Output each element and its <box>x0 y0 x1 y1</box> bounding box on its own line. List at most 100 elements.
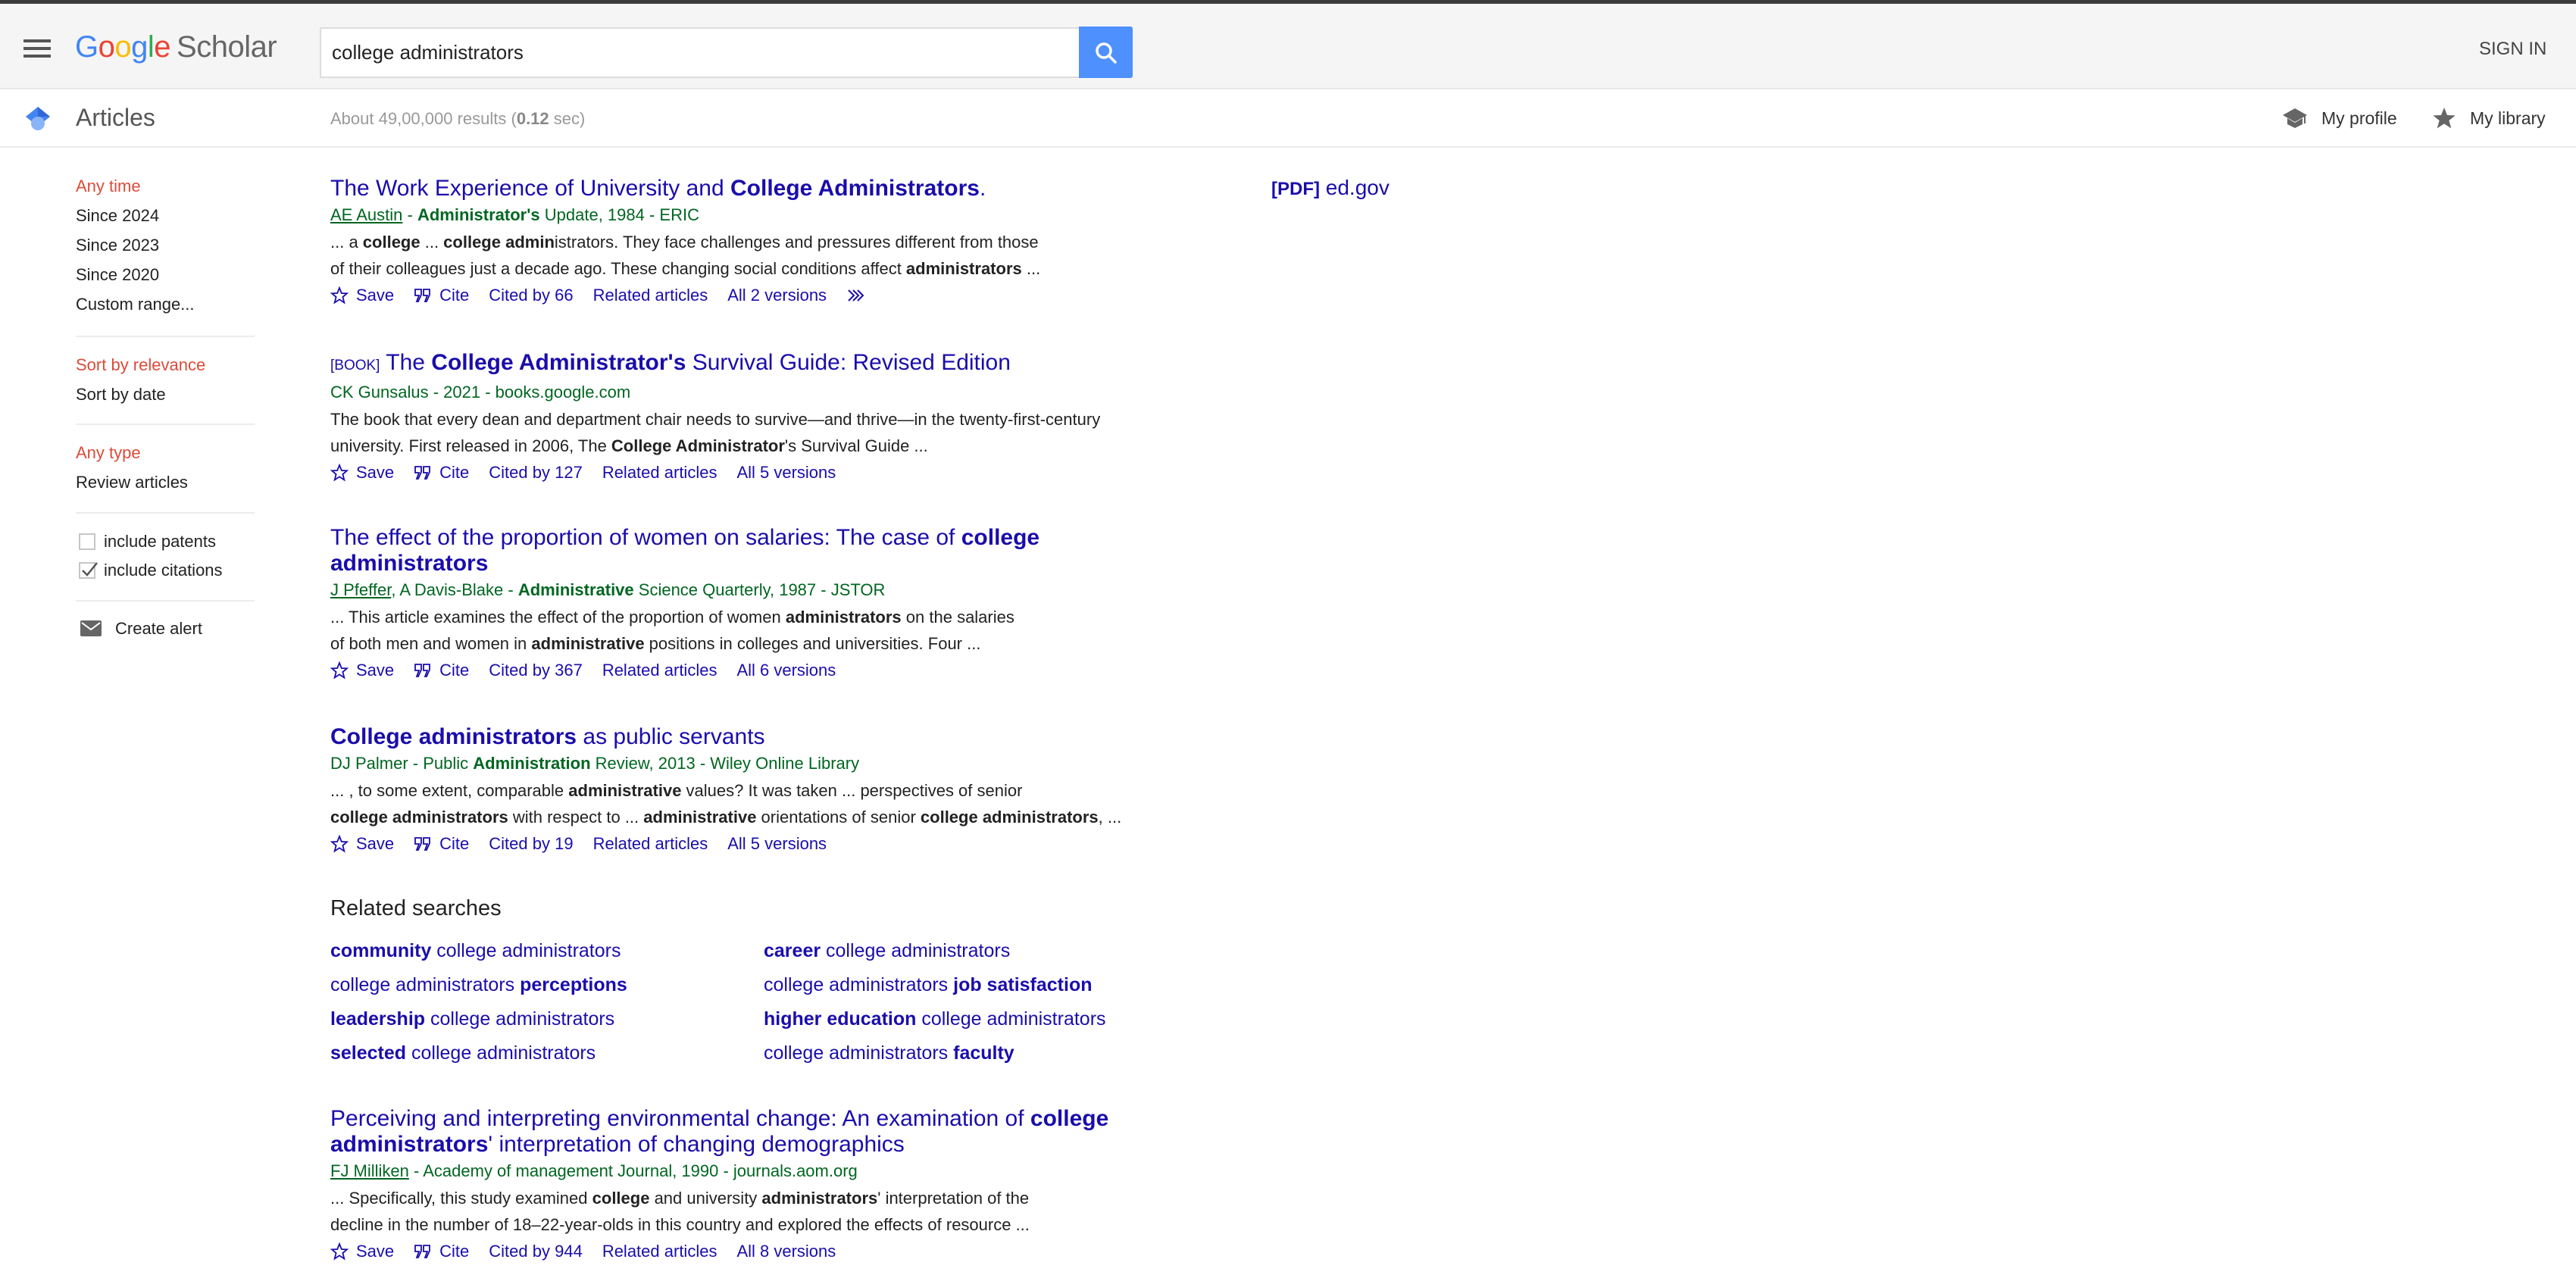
create-alert-link[interactable]: Create alert <box>115 619 202 639</box>
result-actions: Save Cite Cited by 127 Related articles … <box>330 459 1179 486</box>
author-link[interactable]: AE Austin <box>330 205 402 224</box>
search-result: [BOOK] The College Administrator's Survi… <box>330 350 1179 486</box>
author-link[interactable]: J Pfeffer <box>330 580 391 599</box>
quote-icon <box>414 664 431 677</box>
articles-icon <box>26 107 50 130</box>
cite-button[interactable]: Cite <box>414 459 469 486</box>
more-chevrons-icon <box>848 289 864 302</box>
result-snippet: ... This article examines the effect of … <box>330 608 1014 653</box>
all-versions-link[interactable]: All 2 versions <box>727 282 827 309</box>
related-articles-link[interactable]: Related articles <box>602 1238 717 1265</box>
star-outline-icon <box>330 1242 349 1261</box>
mail-icon <box>80 620 102 636</box>
section-label[interactable]: Articles <box>76 104 155 132</box>
filter-any-type[interactable]: Any type <box>76 443 141 463</box>
filter-custom-range[interactable]: Custom range... <box>76 295 195 314</box>
more-button[interactable] <box>846 287 874 304</box>
result-title-link[interactable]: The effect of the proportion of women on… <box>330 525 1179 577</box>
cited-by-link[interactable]: Cited by 19 <box>489 830 573 858</box>
result-snippet: ... Specifically, this study examined co… <box>330 1189 1030 1234</box>
save-button[interactable]: Save <box>330 282 394 309</box>
save-button[interactable]: Save <box>330 459 394 486</box>
result-meta: AE Austin - Administrator's Update, 1984… <box>330 205 699 224</box>
graduation-cap-icon <box>2283 108 2307 128</box>
filter-review-articles[interactable]: Review articles <box>76 473 188 492</box>
result-meta: FJ Milliken - Academy of management Jour… <box>330 1161 858 1180</box>
menu-icon[interactable] <box>23 37 51 60</box>
save-button[interactable]: Save <box>330 1238 394 1265</box>
cited-by-link[interactable]: Cited by 66 <box>489 282 573 309</box>
cited-by-link[interactable]: Cited by 944 <box>489 1238 583 1265</box>
related-searches-heading: Related searches <box>330 896 502 920</box>
result-title-link[interactable]: Perceiving and interpreting environmenta… <box>330 1106 1179 1158</box>
divider <box>76 336 255 337</box>
divider <box>76 512 255 514</box>
related-articles-link[interactable]: Related articles <box>593 282 708 309</box>
search-result: The Work Experience of University and Co… <box>330 176 1179 309</box>
sort-by-date[interactable]: Sort by date <box>76 385 166 405</box>
quote-icon <box>414 289 431 302</box>
filter-any-time[interactable]: Any time <box>76 177 141 196</box>
cited-by-link[interactable]: Cited by 127 <box>489 459 583 486</box>
include-patents-checkbox[interactable] <box>79 533 95 550</box>
divider <box>76 600 255 602</box>
filter-since-2024[interactable]: Since 2024 <box>76 206 159 226</box>
cite-button[interactable]: Cite <box>414 830 469 858</box>
search-result: Perceiving and interpreting environmenta… <box>330 1106 1179 1265</box>
search-result: The effect of the proportion of women on… <box>330 525 1179 684</box>
all-versions-link[interactable]: All 8 versions <box>736 1238 836 1265</box>
result-actions: Save Cite Cited by 944 Related articles … <box>330 1238 1179 1265</box>
result-snippet: ... a college ... college administrators… <box>330 233 1041 278</box>
save-button[interactable]: Save <box>330 830 394 858</box>
related-articles-link[interactable]: Related articles <box>602 657 717 684</box>
search-icon <box>1096 42 1117 64</box>
search-input[interactable] <box>320 27 1080 78</box>
star-outline-icon <box>330 835 349 853</box>
related-search-link[interactable]: college administrators perceptions <box>330 974 627 996</box>
related-search-link[interactable]: college administrators faculty <box>764 1042 1014 1064</box>
related-search-link[interactable]: higher education college administrators <box>764 1008 1106 1030</box>
all-versions-link[interactable]: All 5 versions <box>727 830 827 858</box>
quote-icon <box>414 466 431 480</box>
result-actions: Save Cite Cited by 367 Related articles … <box>330 657 1179 684</box>
my-library-link[interactable]: My library <box>2432 105 2546 131</box>
result-title-link[interactable]: The Work Experience of University and Co… <box>330 176 1179 202</box>
include-citations-label[interactable]: include citations <box>104 561 223 580</box>
save-button[interactable]: Save <box>330 657 394 684</box>
cite-button[interactable]: Cite <box>414 657 469 684</box>
cited-by-link[interactable]: Cited by 367 <box>489 657 583 684</box>
related-search-link[interactable]: college administrators job satisfaction <box>764 974 1093 996</box>
include-citations-checkbox[interactable] <box>79 562 98 579</box>
quote-icon <box>414 837 431 851</box>
results-count: About 49,00,000 results (0.12 sec) <box>330 109 586 128</box>
header: GoogleScholar SIGN IN <box>0 4 2576 89</box>
author-link[interactable]: FJ Milliken <box>330 1161 409 1180</box>
cite-button[interactable]: Cite <box>414 282 469 309</box>
result-title-link[interactable]: College administrators as public servant… <box>330 724 1179 750</box>
star-outline-icon <box>330 661 349 680</box>
related-search-link[interactable]: career college administrators <box>764 940 1010 962</box>
sign-in-button[interactable]: SIGN IN <box>2479 39 2546 60</box>
related-search-link[interactable]: community college administrators <box>330 940 621 962</box>
search-button[interactable] <box>1079 27 1133 78</box>
result-type-tag: [BOOK] <box>330 358 380 373</box>
result-actions: Save Cite Cited by 19 Related articles A… <box>330 830 1179 858</box>
cite-button[interactable]: Cite <box>414 1238 469 1265</box>
filter-since-2020[interactable]: Since 2020 <box>76 265 159 285</box>
my-profile-link[interactable]: My profile <box>2282 105 2397 131</box>
related-articles-link[interactable]: Related articles <box>593 830 708 858</box>
filter-since-2023[interactable]: Since 2023 <box>76 236 159 255</box>
checkmark-icon <box>82 562 98 577</box>
related-search-link[interactable]: selected college administrators <box>330 1042 596 1064</box>
include-patents-label[interactable]: include patents <box>104 532 216 552</box>
related-search-link[interactable]: leadership college administrators <box>330 1008 614 1030</box>
result-meta: DJ Palmer - Public Administration Review… <box>330 754 860 773</box>
all-versions-link[interactable]: All 6 versions <box>736 657 836 684</box>
pdf-link[interactable]: [PDF] ed.gov <box>1271 176 1390 200</box>
google-scholar-logo[interactable]: Google Scholar <box>75 29 277 65</box>
related-articles-link[interactable]: Related articles <box>602 459 717 486</box>
divider <box>76 423 255 425</box>
result-title-link[interactable]: [BOOK] The College Administrator's Survi… <box>330 350 1179 379</box>
all-versions-link[interactable]: All 5 versions <box>736 459 836 486</box>
sort-by-relevance[interactable]: Sort by relevance <box>76 355 205 375</box>
